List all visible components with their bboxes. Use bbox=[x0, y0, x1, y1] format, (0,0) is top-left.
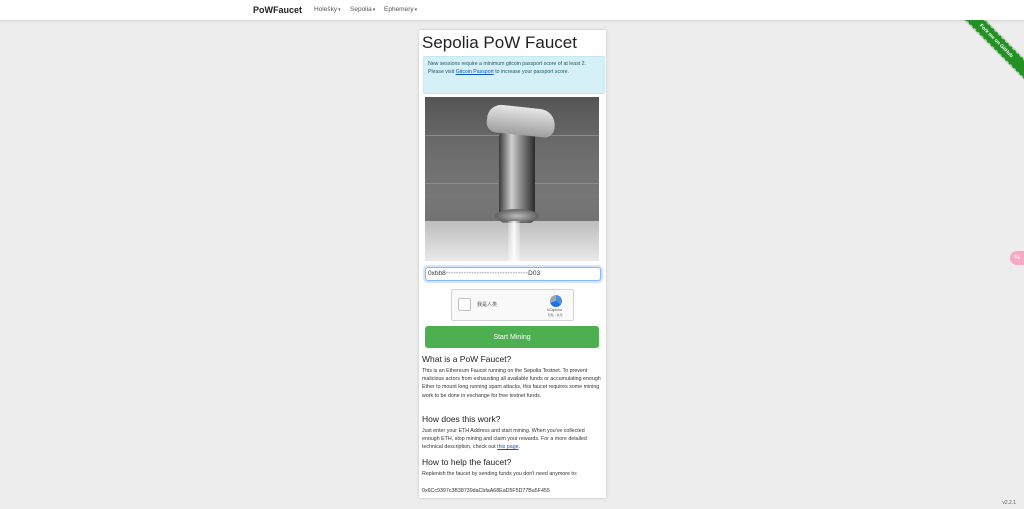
brand-link[interactable]: PoWFaucet bbox=[253, 5, 302, 15]
nav-dropdown-holesky[interactable]: Holešky▾ bbox=[314, 6, 341, 13]
section-text-part: . bbox=[518, 444, 521, 451]
faucet-card: Sepolia PoW Faucet New sessions require … bbox=[419, 30, 606, 498]
section-heading: How to help the faucet? bbox=[422, 457, 512, 467]
github-ribbon-label[interactable]: Fork me on GitHub bbox=[955, 20, 1024, 82]
caret-down-icon: ▾ bbox=[338, 7, 341, 13]
faucet-wallet-address: 0x6Cc9397c3B38739daCbfaA68EaD5F5D77Ba5F4… bbox=[422, 488, 550, 494]
faucet-image bbox=[425, 97, 599, 261]
alert-text: to increase your passport score. bbox=[493, 69, 570, 75]
github-ribbon[interactable]: Fork me on GitHub bbox=[954, 20, 1024, 90]
water-stream bbox=[508, 221, 520, 261]
section-heading: How does this work? bbox=[422, 414, 501, 424]
nav-label: Ephemery bbox=[384, 6, 414, 13]
section-text: This is an Ethereum Faucet running on th… bbox=[422, 368, 601, 399]
nav-dropdown-sepolia[interactable]: Sepolia▾ bbox=[350, 6, 375, 13]
nav-dropdown-ephemery[interactable]: Ephemery▾ bbox=[384, 6, 417, 13]
hcaptcha-widget: 我是人类 hCaptcha 隐私 - 条款 bbox=[451, 289, 574, 321]
section-text: Replenish the faucet by sending funds yo… bbox=[422, 471, 578, 477]
nav-label: Sepolia bbox=[350, 6, 372, 13]
version-label: v2.2.1 bbox=[1002, 500, 1016, 506]
caret-down-icon: ▾ bbox=[372, 7, 376, 13]
alert-line-2: Please visit Gitcoin Passport to increas… bbox=[428, 68, 600, 76]
eth-address-input[interactable]: 0xbb8••••••••••••••••••••••••••••••••D03 bbox=[425, 267, 601, 281]
section-heading: What is a PoW Faucet? bbox=[422, 354, 512, 364]
passport-alert: New sessions require a minimum gitcoin p… bbox=[423, 56, 605, 94]
top-navbar: PoWFaucet Holešky▾ Sepolia▾ Ephemery▾ bbox=[0, 0, 1024, 21]
start-mining-button[interactable]: Start Mining bbox=[425, 326, 599, 348]
this-page-link[interactable]: this page bbox=[497, 444, 519, 450]
translate-widget-icon[interactable]: ⇆ bbox=[1010, 251, 1024, 265]
section-text: Just enter your ETH Address and start mi… bbox=[422, 427, 602, 452]
captcha-brand: hCaptcha bbox=[547, 308, 562, 312]
faucet-handle bbox=[485, 103, 557, 139]
address-prefix: 0xbb8 bbox=[428, 270, 446, 277]
hcaptcha-logo-icon bbox=[550, 295, 562, 307]
captcha-checkbox[interactable] bbox=[458, 298, 471, 311]
alert-text: Please visit bbox=[428, 69, 456, 75]
captcha-label: 我是人类 bbox=[477, 302, 498, 308]
gitcoin-passport-link[interactable]: Gitcoin Passport bbox=[456, 69, 494, 75]
address-masked: •••••••••••••••••••••••••••••••• bbox=[445, 270, 529, 277]
alert-line-1: New sessions require a minimum gitcoin p… bbox=[428, 61, 586, 67]
caret-down-icon: ▾ bbox=[414, 7, 418, 13]
page-title: Sepolia PoW Faucet bbox=[422, 33, 577, 52]
captcha-terms-links[interactable]: 隐私 - 条款 bbox=[548, 313, 563, 317]
nav-label: Holešky bbox=[314, 6, 338, 13]
address-suffix: D03 bbox=[528, 270, 541, 277]
